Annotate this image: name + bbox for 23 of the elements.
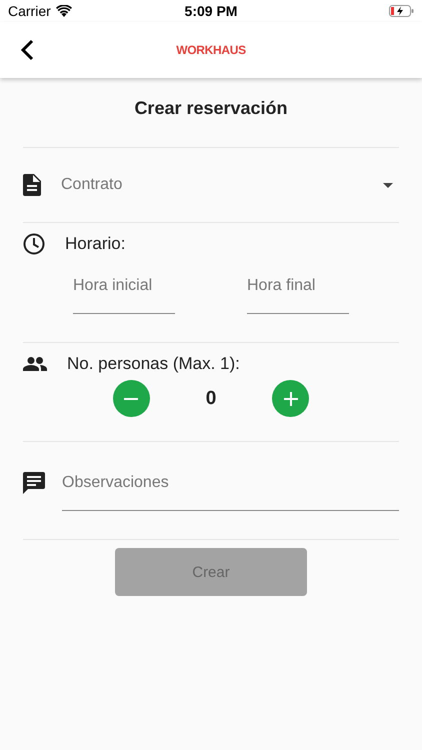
schedule-label: Horario:	[65, 234, 126, 254]
back-icon[interactable]	[20, 39, 34, 61]
clock-icon	[23, 233, 45, 255]
comment-icon	[23, 472, 45, 494]
contract-dropdown[interactable]: Contrato	[61, 176, 363, 194]
notes-field[interactable]: Observaciones	[62, 470, 399, 511]
people-icon	[23, 357, 47, 371]
decrement-button[interactable]	[112, 380, 150, 417]
clock-time: 5:09 PM	[184, 3, 238, 19]
page-title: Crear reservación	[133, 97, 289, 120]
logo: WORKHAUS	[176, 43, 246, 57]
people-label: No. personas (Max. 1):	[67, 354, 240, 374]
wifi-icon	[56, 5, 72, 17]
carrier-name: Carrier	[8, 3, 51, 19]
document-icon	[23, 174, 41, 196]
people-count: 0	[206, 388, 216, 410]
minus-icon	[124, 398, 138, 400]
battery-icon	[388, 5, 414, 17]
end-time-field[interactable]: Hora final	[247, 265, 349, 314]
caret-icon	[383, 182, 393, 188]
start-time-field[interactable]: Hora inicial	[73, 265, 175, 314]
plus-icon	[284, 392, 298, 406]
increment-button[interactable]	[272, 380, 310, 417]
